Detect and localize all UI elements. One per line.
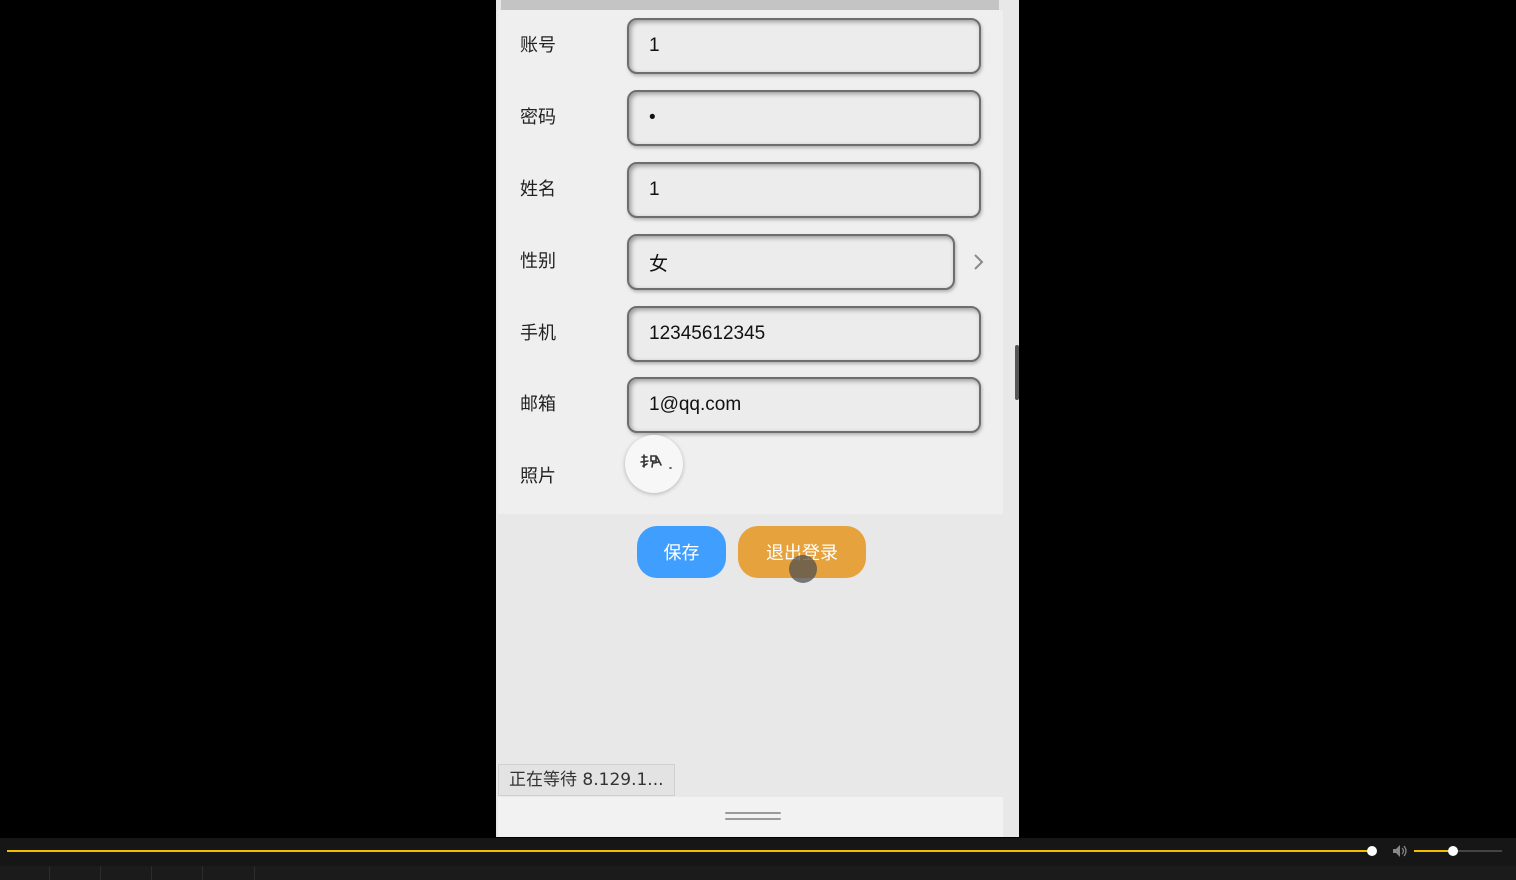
phone-row: 手机: [498, 304, 1003, 364]
tab-slot[interactable]: [203, 866, 255, 880]
gender-row: 性别: [498, 232, 1003, 292]
tab-slot[interactable]: [50, 866, 101, 880]
account-input[interactable]: [627, 18, 981, 74]
tab-strip: [0, 866, 1516, 880]
account-row: 账号: [498, 16, 1003, 76]
drag-handle-line[interactable]: [725, 818, 781, 820]
password-row: 密码: [498, 88, 1003, 148]
chevron-right-icon[interactable]: [966, 250, 990, 274]
seek-bar[interactable]: [7, 850, 1372, 852]
gender-label: 性别: [520, 251, 556, 272]
video-player-controls: [0, 838, 1516, 880]
gender-select[interactable]: [627, 234, 955, 290]
status-tooltip: 正在等待 8.129.1...: [498, 764, 675, 796]
seek-handle[interactable]: [1367, 846, 1377, 856]
volume-handle[interactable]: [1448, 846, 1458, 856]
email-row: 邮箱: [498, 375, 1003, 435]
email-label: 邮箱: [520, 394, 556, 415]
password-input[interactable]: [627, 90, 981, 146]
photo-label: 照片: [520, 466, 556, 487]
avatar[interactable]: [625, 435, 683, 493]
tab-slot[interactable]: [101, 866, 152, 880]
top-header-strip: [501, 0, 999, 10]
avatar-image: [640, 454, 672, 469]
drag-handle-line[interactable]: [725, 812, 781, 814]
phone-input[interactable]: [627, 306, 981, 362]
touch-cursor: [789, 555, 817, 583]
phone-label: 手机: [520, 323, 556, 344]
password-label: 密码: [520, 107, 556, 128]
profile-form: 账号 密码 姓名 性别 手机 邮箱 照片: [498, 10, 1003, 514]
scrollbar-thumb[interactable]: [1015, 345, 1019, 400]
tab-slot[interactable]: [152, 866, 203, 880]
save-button[interactable]: 保存: [637, 526, 726, 578]
name-row: 姓名: [498, 160, 1003, 220]
volume-bar[interactable]: [1414, 850, 1502, 852]
email-input[interactable]: [627, 377, 981, 433]
photo-row: 照片: [498, 447, 1003, 507]
name-label: 姓名: [520, 179, 556, 200]
phone-viewport: 账号 密码 姓名 性别 手机 邮箱 照片: [496, 0, 1019, 837]
account-label: 账号: [520, 35, 556, 56]
bottom-bar: [498, 797, 1003, 837]
tab-slot[interactable]: [0, 866, 50, 880]
speaker-icon[interactable]: [1392, 844, 1408, 858]
name-input[interactable]: [627, 162, 981, 218]
